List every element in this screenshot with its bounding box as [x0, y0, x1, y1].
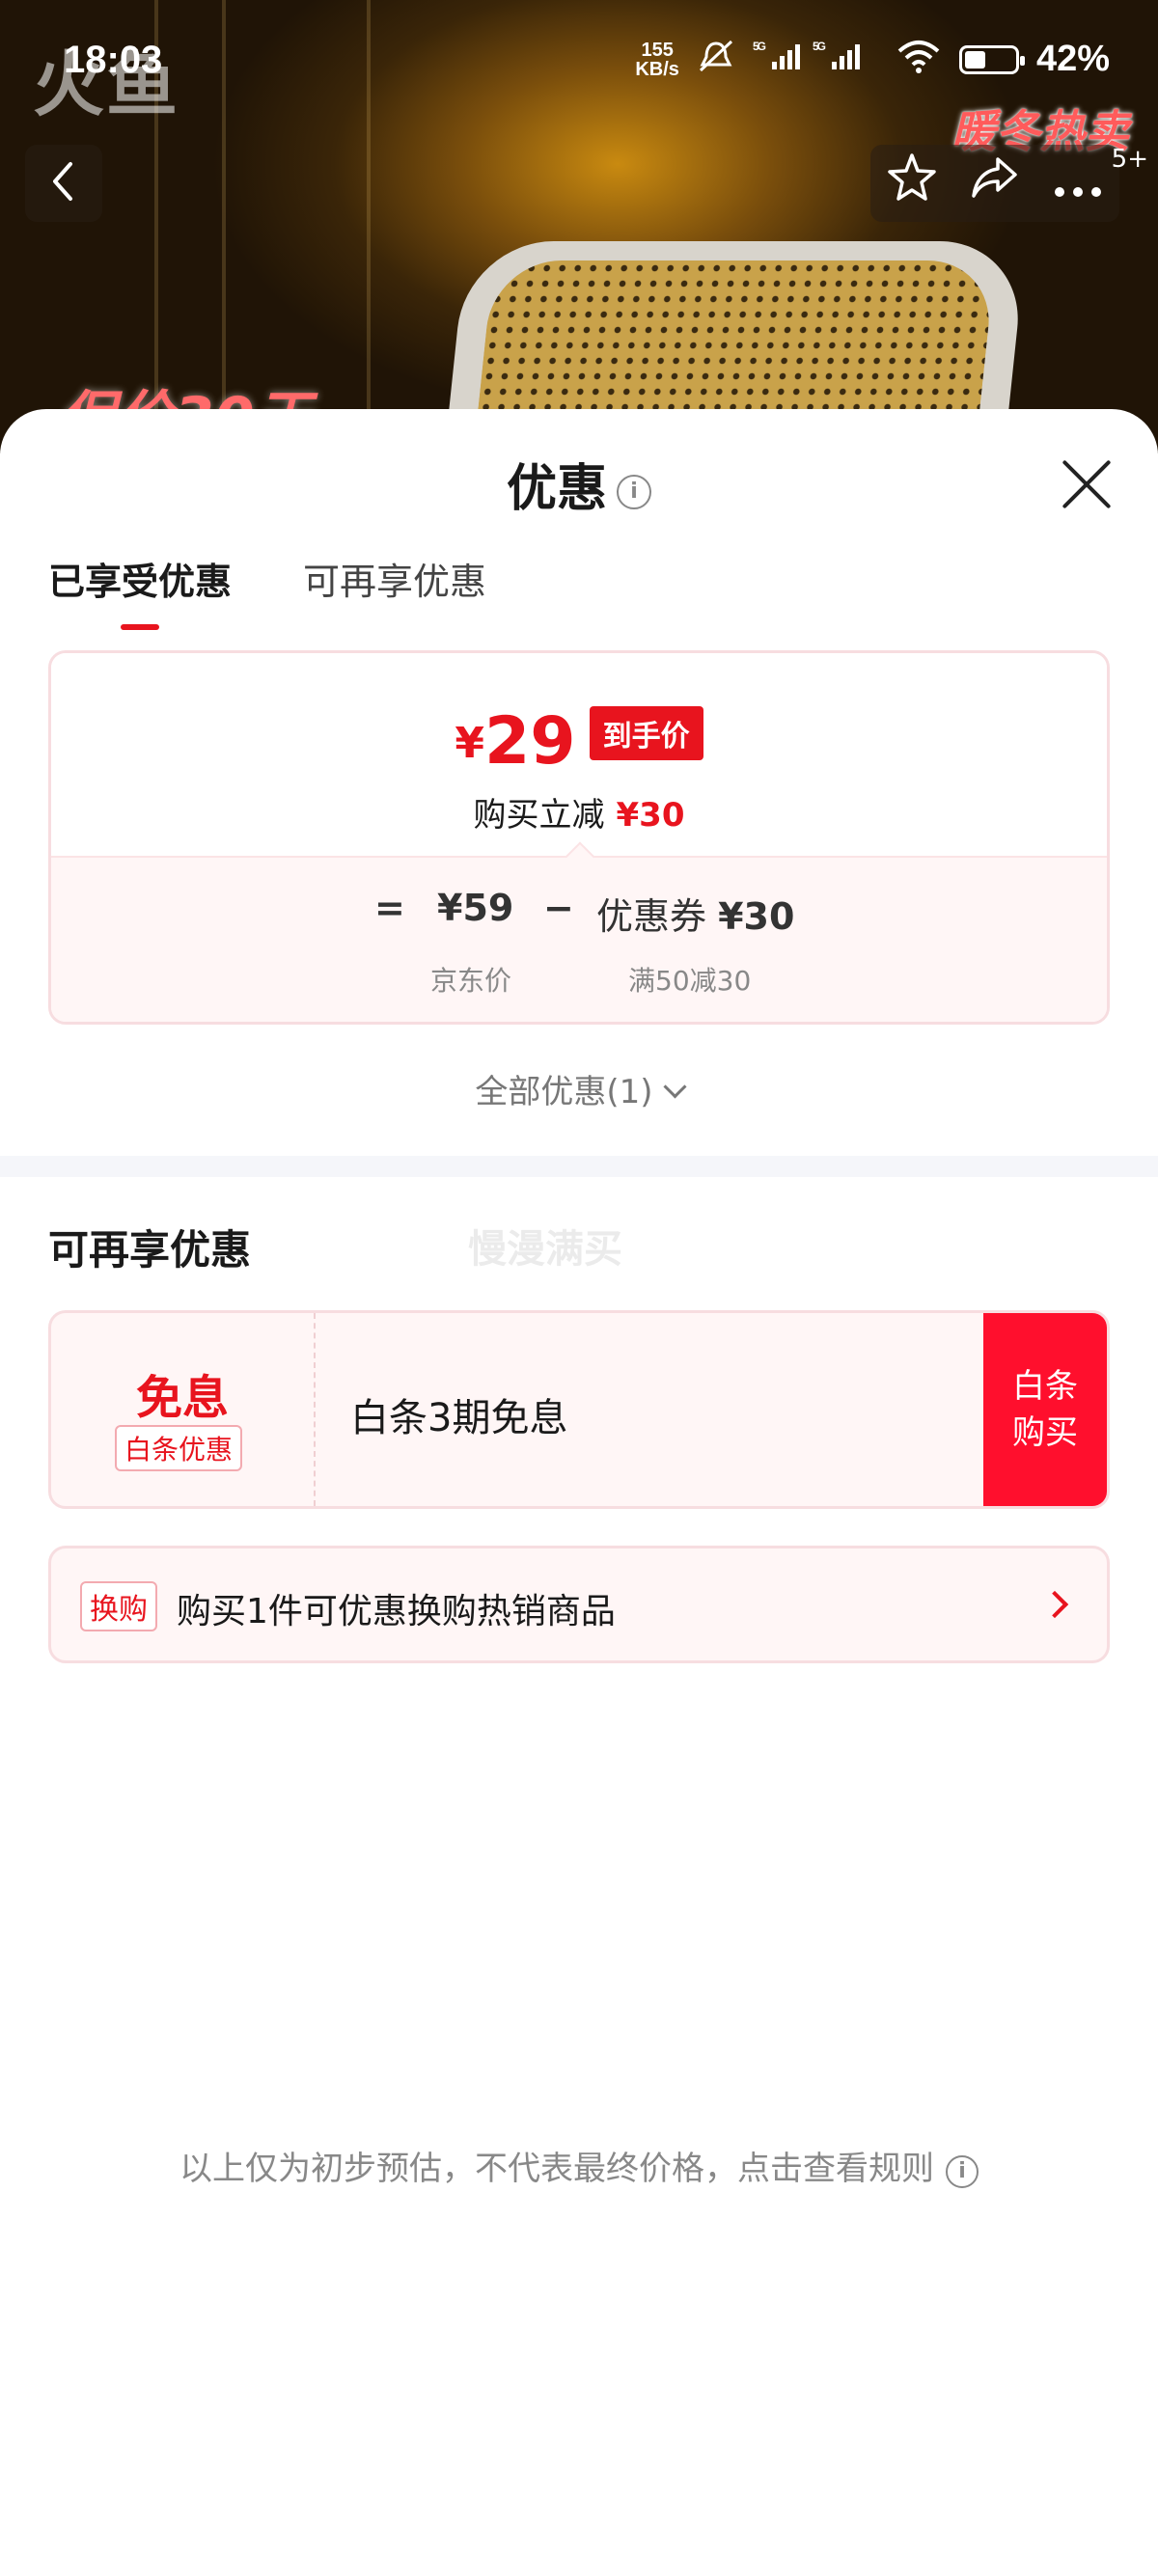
interest-free-card[interactable]: 免息 白条优惠 白条3期免息 白条 购买	[48, 1310, 1110, 1509]
favorite-button[interactable]	[878, 150, 946, 217]
base-price: ¥59	[437, 887, 514, 929]
final-price: ¥29 到手价	[51, 703, 1107, 780]
cellular-signal-icon: 5G 5G	[753, 39, 878, 80]
mute-icon	[697, 40, 735, 79]
notification-count: 5+	[1111, 145, 1148, 174]
section-title: 可再享优惠	[48, 1226, 252, 1274]
chevron-down-icon	[663, 1075, 687, 1099]
all-offers-label: 全部优惠(1)	[475, 1073, 653, 1111]
wifi-icon	[896, 40, 942, 79]
section-divider	[0, 1156, 1158, 1177]
info-icon[interactable]: i	[946, 2155, 979, 2188]
svg-text:5G: 5G	[813, 40, 826, 53]
base-price-label: 京东价	[430, 965, 512, 997]
reduction-amount: ¥30	[616, 796, 685, 835]
info-icon[interactable]: i	[617, 475, 651, 509]
chevron-left-icon	[49, 160, 78, 206]
share-icon	[969, 151, 1021, 215]
all-offers-toggle[interactable]: 全部优惠(1)	[0, 1065, 1158, 1112]
share-button[interactable]	[961, 150, 1029, 217]
watermark-text: 慢漫满买	[468, 1227, 622, 1272]
back-button[interactable]	[25, 145, 102, 222]
reduction-label: 购买立减	[473, 796, 605, 835]
currency-symbol: ¥	[455, 719, 484, 768]
instant-reduction: 购买立减 ¥30	[51, 788, 1107, 836]
price-summary-card: ¥29 到手价 购买立减 ¥30 = ¥59 − 优惠券 ¥30 京东价 满50减3…	[48, 650, 1110, 1025]
equals-sign: =	[374, 887, 405, 929]
trade-in-row[interactable]: 换购 购买1件可优惠换购热销商品	[48, 1546, 1110, 1663]
sheet-title-text: 优惠	[506, 460, 607, 518]
trade-in-text: 购买1件可优惠换购热销商品	[177, 1592, 616, 1631]
tab-more-offers[interactable]: 可再享优惠	[303, 552, 486, 630]
baitiao-buy-button[interactable]: 白条 购买	[983, 1313, 1107, 1506]
more-dots-icon	[1052, 156, 1104, 210]
close-button[interactable]	[1060, 457, 1114, 511]
coupon-deduction: 优惠券 ¥30	[596, 895, 795, 938]
interest-free-description: 白条3期免息	[350, 1396, 568, 1440]
final-price-tag: 到手价	[589, 706, 703, 760]
disclaimer-text: 以上仅为初步预估，不代表最终价格，点击查看规则	[179, 2150, 934, 2188]
tab-enjoyed-offers[interactable]: 已享受优惠	[48, 552, 232, 630]
final-price-value: 29	[483, 703, 576, 780]
coupon-rule-label: 满50减30	[628, 965, 752, 997]
svg-text:5G: 5G	[753, 40, 766, 53]
trade-in-tag: 换购	[80, 1581, 157, 1631]
status-time: 18:03	[64, 39, 163, 81]
battery-percent: 42%	[1035, 39, 1110, 79]
baitiao-offer-tag: 白条优惠	[115, 1425, 243, 1471]
minus-sign: −	[543, 887, 574, 929]
battery-icon	[958, 44, 1025, 74]
star-icon	[886, 151, 938, 215]
price-breakdown: = ¥59 − 优惠券 ¥30 京东价 满50减30	[51, 856, 1107, 1022]
more-button[interactable]	[1044, 150, 1112, 217]
price-disclaimer[interactable]: 以上仅为初步预估，不代表最终价格，点击查看规则 i	[0, 2142, 1158, 2189]
top-actions	[870, 145, 1119, 222]
offers-sheet: 优惠 i 已享受优惠 可再享优惠 ¥29 到手价 购买立减 ¥30 = ¥59 − 优…	[0, 409, 1158, 2576]
tab-bar: 已享受优惠 可再享优惠	[48, 552, 486, 630]
chevron-right-icon	[1040, 1590, 1069, 1619]
network-speed: 155 KB/s	[635, 39, 679, 80]
interest-free-label: 免息	[135, 1371, 229, 1425]
sheet-title: 优惠 i	[0, 448, 1158, 520]
status-bar: 18:03 155 KB/s 5G 5G 42%	[0, 0, 1158, 135]
